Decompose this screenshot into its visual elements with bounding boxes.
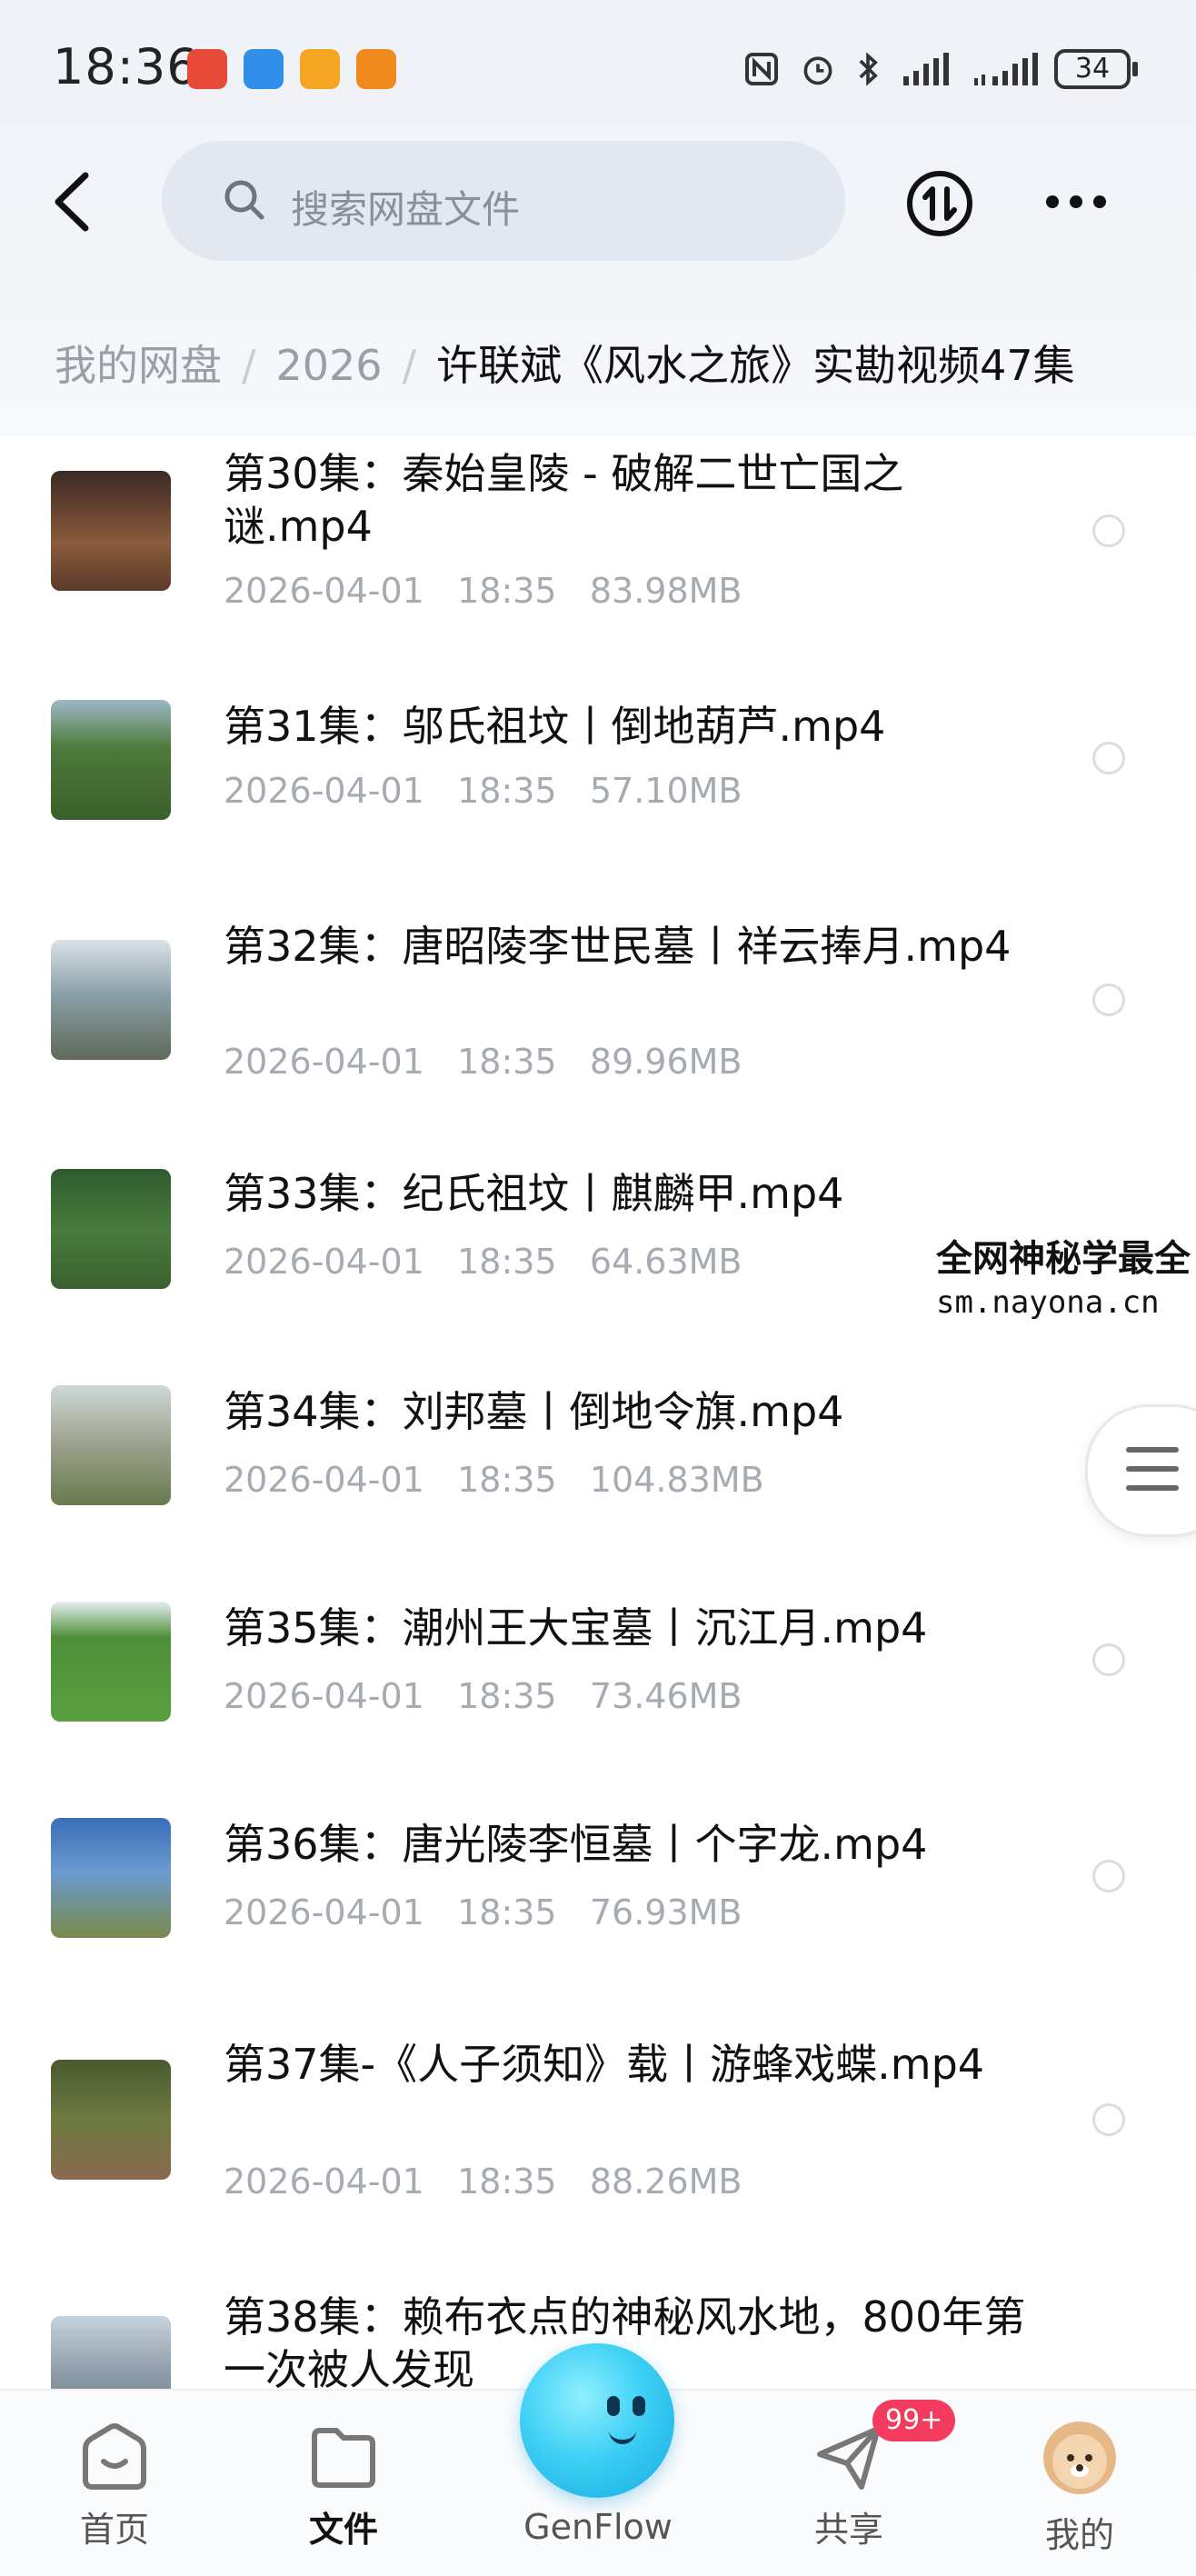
tab-files-label: 文件 [308,2510,378,2550]
file-meta: 2026-04-01 18:35 83.98MB [224,571,743,611]
tab-home[interactable]: 首页 [33,2400,196,2551]
tab-home-label: 首页 [79,2510,149,2550]
file-name: 第37集-《人子须知》载丨游蜂戏蝶.mp4 [224,2040,985,2089]
select-checkbox[interactable] [1092,1643,1125,1676]
battery-indicator: 34 [1054,49,1138,89]
weather-app-icon [244,49,284,89]
tab-files[interactable]: 文件 [262,2400,425,2551]
status-bar: 18:36 34 [0,0,1196,136]
search-placeholder: 搜索网盘文件 [291,187,521,232]
file-name: 第30集：秦始皇陵 - 破解二世亡国之谜.mp4 [224,449,904,551]
watermark-line1: 全网神秘学最全 [936,1238,1191,1280]
tab-genflow-label: GenFlow [523,2507,673,2547]
back-icon[interactable] [45,168,100,235]
floating-menu-button[interactable] [1085,1404,1196,1537]
breadcrumb-separator: / [242,341,256,390]
file-meta: 2026-04-01 18:35 76.93MB [224,1892,743,1932]
share-badge: 99+ [872,2400,956,2441]
tab-share-label: 共享 [813,2510,883,2550]
status-time: 18:36 [53,38,199,95]
video-thumbnail [51,471,171,591]
breadcrumb-root[interactable]: 我的网盘 [55,341,222,390]
video-thumbnail [51,1385,171,1505]
select-checkbox[interactable] [1092,742,1125,774]
signal-icon [903,53,949,85]
search-icon [224,180,264,220]
more-options-icon[interactable] [1045,186,1107,217]
breadcrumb-current: 许联斌《风水之旅》实勘视频47集 [436,341,1075,390]
alarm-icon [803,56,832,85]
watermark: 全网神秘学最全 sm.nayona.cn [931,1232,1196,1326]
watermark-line2: sm.nayona.cn [936,1284,1160,1321]
video-thumbnail [51,1169,171,1289]
file-meta: 2026-04-01 18:35 57.10MB [224,771,743,811]
signal-icon-2 [974,53,1038,85]
video-thumbnail [51,2060,171,2180]
bluetooth-icon [859,52,878,86]
video-thumbnail [51,940,171,1060]
tab-genflow[interactable]: GenFlow [516,2400,680,2547]
tab-mine-label: 我的 [1044,2515,1114,2555]
tab-mine[interactable]: 我的 [998,2400,1161,2557]
shop-app-icon [356,49,396,89]
breadcrumb: 我的网盘 / 2026 / 许联斌《风水之旅》实勘视频47集 [55,333,1075,393]
file-name: 第36集：唐光陵李恒墓丨个字龙.mp4 [224,1820,928,1869]
breadcrumb-separator: / [402,341,417,390]
breadcrumb-folder[interactable]: 2026 [276,341,383,390]
nfc-icon [745,53,778,85]
file-meta: 2026-04-01 18:35 89.96MB [224,1042,743,1082]
select-checkbox[interactable] [1092,514,1125,547]
transfer-icon[interactable] [905,169,974,238]
video-thumbnail [51,700,171,820]
select-checkbox[interactable] [1092,983,1125,1016]
menu-icon [1126,1447,1179,1491]
file-name: 第32集：唐昭陵李世民墓丨祥云捧月.mp4 [224,922,1012,971]
file-name: 第33集：纪氏祖坟丨麒麟甲.mp4 [224,1169,844,1218]
home-icon [83,2423,146,2490]
file-meta: 2026-04-01 18:35 73.46MB [224,1676,743,1716]
notification-app-icon [187,49,227,89]
file-name: 第31集：邬氏祖坟丨倒地葫芦.mp4 [224,702,886,751]
search-input[interactable]: 搜索网盘文件 [162,141,845,261]
file-meta: 2026-04-01 18:35 104.83MB [224,1460,764,1500]
file-meta: 2026-04-01 18:35 64.63MB [224,1242,743,1282]
file-name: 第35集：潮州王大宝墓丨沉江月.mp4 [224,1603,928,1652]
video-app-icon [300,49,340,89]
video-thumbnail [51,1602,171,1722]
folder-icon [312,2428,375,2488]
select-checkbox[interactable] [1092,2103,1125,2136]
file-meta: 2026-04-01 18:35 88.26MB [224,2162,743,2202]
file-name: 第34集：刘邦墓丨倒地令旗.mp4 [224,1387,844,1436]
video-thumbnail [51,1818,171,1938]
select-checkbox[interactable] [1092,1860,1125,1892]
